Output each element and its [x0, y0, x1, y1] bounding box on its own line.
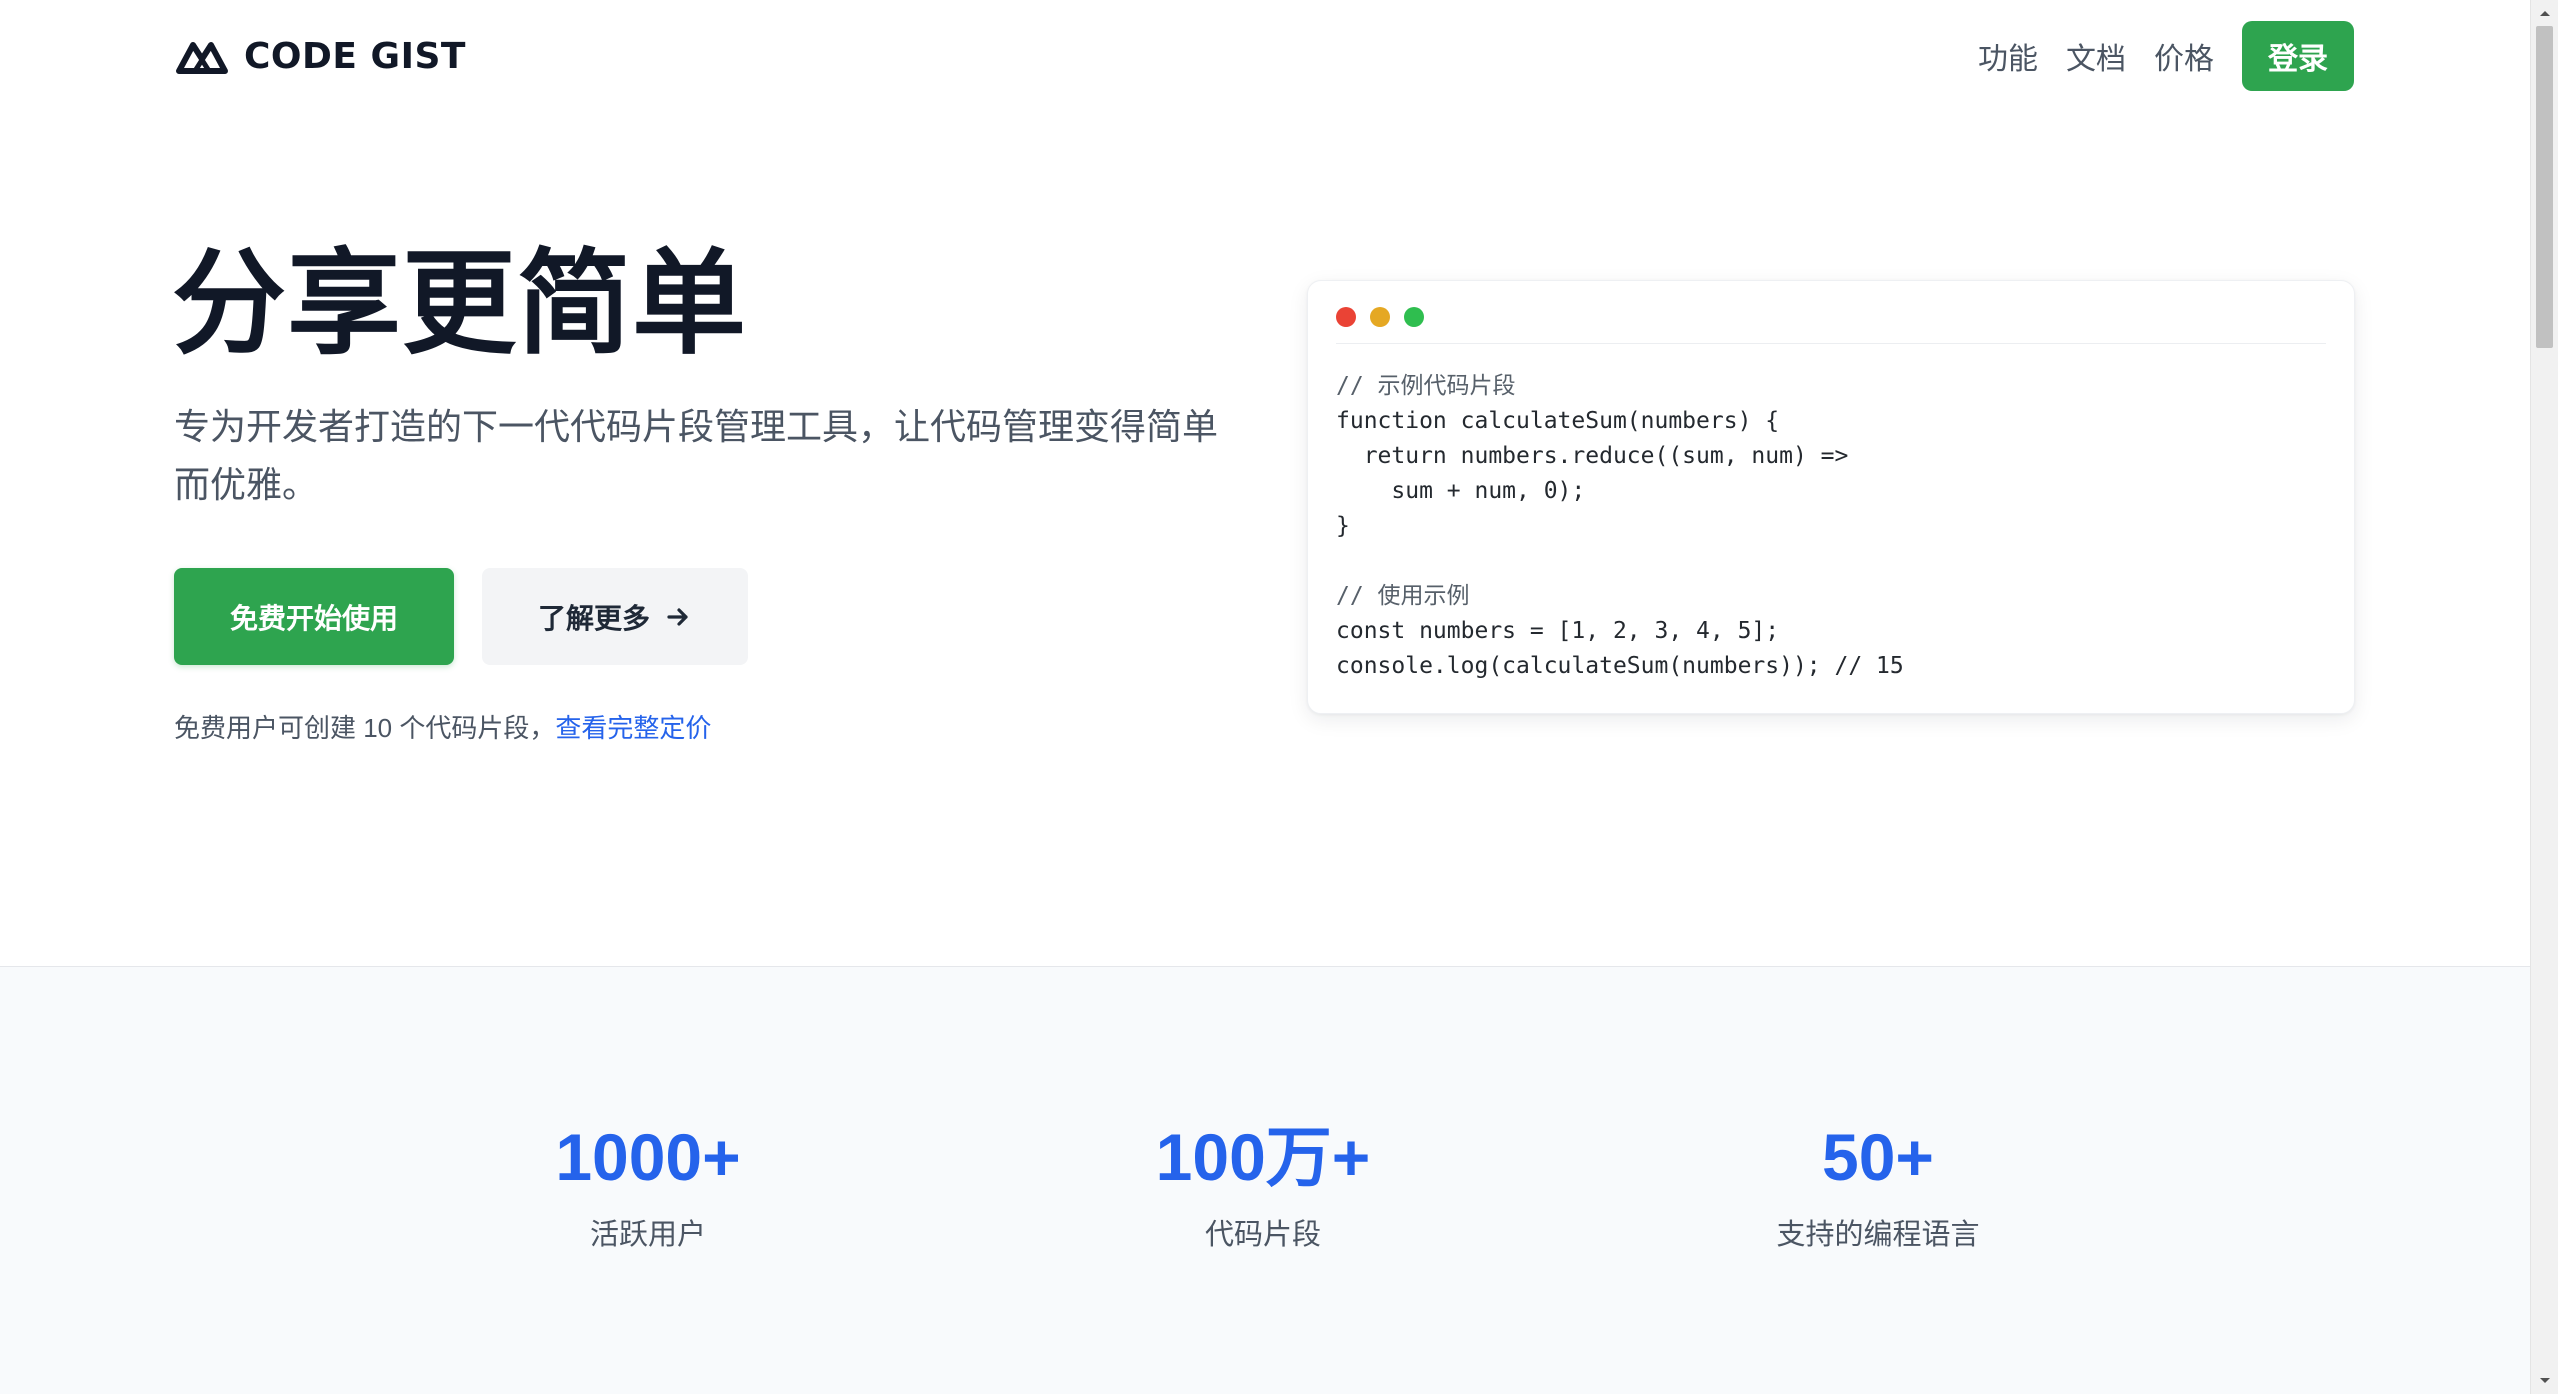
- stats-section: 1000+ 活跃用户 100万+ 代码片段 50+ 支持的编程语言: [0, 966, 2530, 1394]
- stat-label: 支持的编程语言: [1668, 1211, 2088, 1253]
- code-line: function calculateSum(numbers) {: [1336, 404, 1904, 439]
- arrow-right-icon: [664, 603, 692, 631]
- stat-active-users: 1000+ 活跃用户: [438, 1117, 858, 1253]
- vertical-scrollbar[interactable]: [2530, 0, 2558, 1394]
- code-line: // 使用示例: [1336, 579, 1904, 614]
- browser-viewport: CODE GIST 功能 文档 价格 登录 分享更简单 专为开发者打造的下一代代…: [0, 0, 2558, 1394]
- code-line: sum + num, 0);: [1336, 474, 1904, 509]
- minimize-dot: [1370, 307, 1390, 327]
- mountain-logo-icon: [174, 37, 230, 75]
- card-divider: [1336, 343, 2326, 344]
- nav-link-features[interactable]: 功能: [1978, 34, 2038, 78]
- hero-title: 分享更简单: [172, 238, 747, 372]
- landing-page: CODE GIST 功能 文档 价格 登录 分享更简单 专为开发者打造的下一代代…: [0, 0, 2530, 1394]
- pricing-link[interactable]: 查看完整定价: [555, 713, 711, 743]
- stat-label: 代码片段: [1053, 1211, 1473, 1253]
- code-line: console.log(calculateSum(numbers)); // 1…: [1336, 649, 1904, 684]
- stat-languages: 50+ 支持的编程语言: [1668, 1117, 2088, 1253]
- scrollbar-thumb[interactable]: [2536, 26, 2553, 348]
- code-line: return numbers.reduce((sum, num) =>: [1336, 439, 1904, 474]
- stat-value: 50+: [1668, 1117, 2088, 1197]
- maximize-dot: [1404, 307, 1424, 327]
- pricing-note-text: 免费用户可创建 10 个代码片段，: [174, 713, 555, 743]
- brand-home-link[interactable]: CODE GIST: [174, 36, 466, 76]
- site-header: CODE GIST 功能 文档 价格 登录: [0, 0, 2530, 114]
- pricing-note: 免费用户可创建 10 个代码片段，查看完整定价: [174, 708, 711, 745]
- code-line: [1336, 544, 1904, 579]
- code-line: // 示例代码片段: [1336, 369, 1904, 404]
- scroll-up-arrow-icon[interactable]: [2531, 0, 2558, 26]
- code-preview-card: // 示例代码片段 function calculateSum(numbers)…: [1307, 280, 2355, 714]
- window-controls: [1336, 307, 1424, 327]
- login-button[interactable]: 登录: [2242, 21, 2354, 91]
- code-block: // 示例代码片段 function calculateSum(numbers)…: [1336, 369, 1904, 684]
- code-line: const numbers = [1, 2, 3, 4, 5];: [1336, 614, 1904, 649]
- code-line: }: [1336, 509, 1904, 544]
- stat-value: 1000+: [438, 1117, 858, 1197]
- brand-name: CODE GIST: [244, 36, 466, 77]
- learn-more-button[interactable]: 了解更多: [482, 568, 748, 665]
- close-dot: [1336, 307, 1356, 327]
- start-free-button[interactable]: 免费开始使用: [174, 568, 454, 665]
- scroll-down-arrow-icon[interactable]: [2531, 1368, 2558, 1394]
- hero-subtitle: 专为开发者打造的下一代代码片段管理工具，让代码管理变得简单而优雅。: [174, 398, 1234, 514]
- stat-label: 活跃用户: [438, 1211, 858, 1253]
- learn-more-label: 了解更多: [538, 597, 650, 637]
- stat-snippets: 100万+ 代码片段: [1053, 1117, 1473, 1253]
- nav-link-docs[interactable]: 文档: [2066, 34, 2126, 78]
- nav-link-pricing[interactable]: 价格: [2154, 34, 2214, 78]
- top-nav: 功能 文档 价格 登录: [1978, 21, 2354, 91]
- stat-value: 100万+: [1053, 1117, 1473, 1197]
